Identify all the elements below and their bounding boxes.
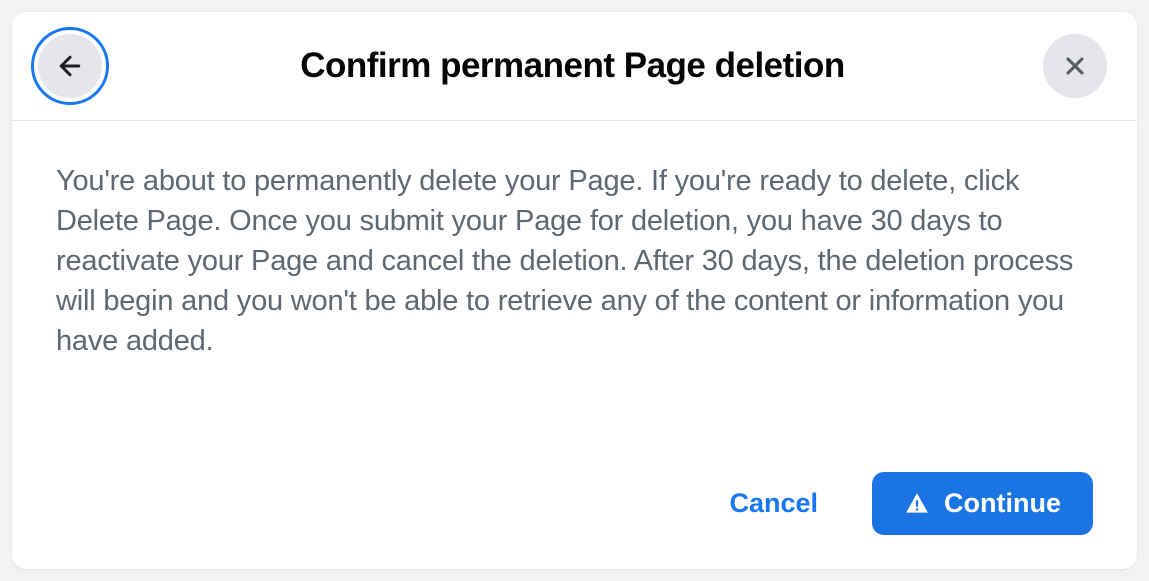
close-icon — [1061, 52, 1089, 80]
warning-icon — [904, 491, 930, 517]
dialog-footer: Cancel Continue — [12, 454, 1137, 569]
close-button[interactable] — [1043, 34, 1107, 98]
deletion-warning-text: You're about to permanently delete your … — [56, 161, 1093, 361]
arrow-left-icon — [55, 51, 85, 81]
cancel-button[interactable]: Cancel — [701, 474, 846, 533]
dialog-body: You're about to permanently delete your … — [12, 121, 1137, 454]
continue-button[interactable]: Continue — [872, 472, 1093, 535]
continue-label: Continue — [944, 488, 1061, 519]
cancel-label: Cancel — [729, 488, 818, 518]
confirm-deletion-dialog: Confirm permanent Page deletion You're a… — [12, 12, 1137, 569]
dialog-title: Confirm permanent Page deletion — [102, 46, 1043, 86]
dialog-header: Confirm permanent Page deletion — [12, 12, 1137, 121]
back-button[interactable] — [38, 34, 102, 98]
